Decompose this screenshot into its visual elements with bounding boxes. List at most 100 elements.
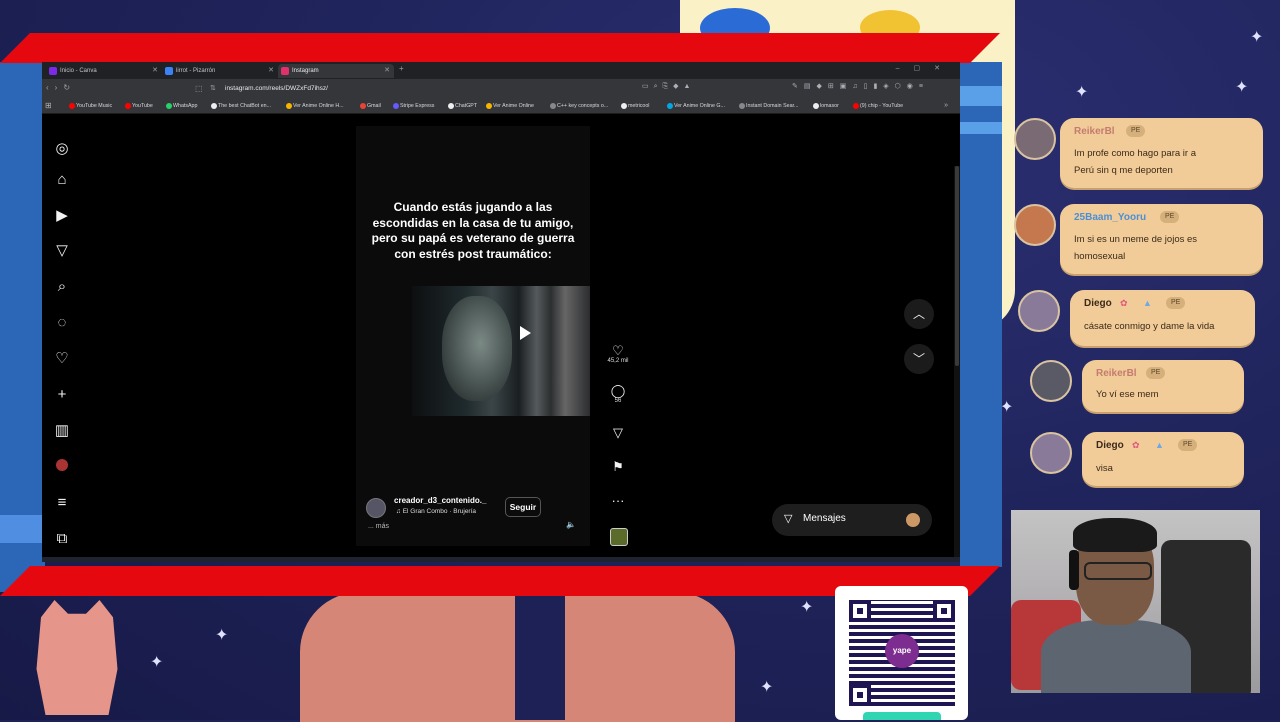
dashboard-icon[interactable]: ▥ [50, 420, 74, 442]
reel-player[interactable]: Cuando estás jugando a las escondidas en… [356, 126, 590, 546]
audio-thumbnail[interactable] [610, 528, 628, 546]
song-label[interactable]: ♫ El Gran Combo · Brujería [396, 508, 476, 515]
music-icon: ♫ [396, 508, 403, 515]
instagram-page: ◎ ⌂ ▶ ▽ ⌕ ◌ ♡ + ▥ ≡ ⧉ Cuando estás jugan… [42, 114, 960, 562]
messages-button[interactable]: ▽ Mensajes [772, 504, 932, 536]
instagram-logo-icon[interactable]: ◎ [50, 138, 74, 160]
chat-message: Diego ✿ ▲ PE visa [1082, 432, 1244, 486]
scrollbar-thumb[interactable] [955, 166, 959, 366]
search-icon[interactable]: ⌕ [50, 276, 74, 298]
tab-instagram[interactable]: Instagram ✕ [278, 64, 394, 78]
bookmarks-bar: ⊞ YouTube Music YouTube WhatsApp The bes… [42, 99, 960, 114]
save-button[interactable]: ⚑ [602, 460, 634, 474]
tab-canva[interactable]: Inicio - Canva ✕ [46, 64, 162, 78]
toolbar-right-icons[interactable]: ✎▤◆⊞▣♫▯▮◈⬡◉≡ [792, 82, 929, 90]
qr-tab [863, 712, 941, 720]
next-reel-button[interactable]: ﹀ [904, 344, 934, 374]
bookmark-chatgpt[interactable]: ChatGPT [447, 100, 477, 112]
star-icon: ✦ [1075, 84, 1089, 101]
close-icon[interactable]: ✕ [268, 64, 274, 78]
chat-username: ReikerBl [1096, 368, 1137, 379]
star-icon: ✦ [150, 654, 164, 671]
bookmark-instant-domain[interactable]: Instant Domain Sear... [738, 100, 798, 112]
bookmark-chatbot[interactable]: The best ChatBot en... [210, 100, 271, 112]
qr-finder [933, 600, 955, 622]
avatar [1030, 432, 1072, 474]
heart-icon: ♡ [612, 343, 624, 358]
create-icon[interactable]: + [50, 384, 74, 406]
avatar [1014, 204, 1056, 246]
more-bookmarks-icon[interactable]: » [944, 99, 948, 112]
play-icon[interactable] [520, 326, 531, 340]
country-badge: PE [1146, 367, 1166, 379]
overlay-right-stripe [960, 122, 1002, 134]
reels-icon[interactable]: ▶ [50, 205, 74, 227]
threads-icon[interactable]: ⧉ [50, 528, 74, 550]
window-controls[interactable]: –▢✕ [896, 64, 954, 72]
mute-icon[interactable]: 🔈 [566, 520, 576, 529]
bookmark-metricool[interactable]: metricool [620, 100, 650, 112]
qr-finder [849, 600, 871, 622]
new-tab-icon[interactable]: + [399, 64, 404, 73]
triangle-icon: ▲ [1155, 440, 1164, 450]
home-icon[interactable]: ⌂ [50, 169, 74, 191]
bookmark-chip-youtube[interactable]: (9) chip - YouTube [852, 100, 903, 112]
chat-message: ReikerBl PE Im profe como hago para ir a… [1060, 118, 1263, 188]
bookmark-anime-g[interactable]: Ver Anime Online G... [666, 100, 725, 112]
country-badge: PE [1160, 211, 1180, 223]
reel-video-frame[interactable] [412, 286, 590, 416]
bookmark-youtube-music[interactable]: YouTube Music [68, 100, 112, 112]
comment-count: 56 [614, 398, 622, 404]
webcam-person-hair [1073, 518, 1157, 552]
bookmark-anime-h[interactable]: Ver Anime Online H... [285, 100, 344, 112]
profile-avatar[interactable] [50, 456, 74, 478]
close-icon[interactable]: ✕ [384, 64, 390, 78]
close-icon[interactable]: ✕ [152, 64, 158, 78]
notifications-heart-icon[interactable]: ♡ [50, 348, 74, 370]
qr-finder [849, 684, 871, 706]
bookmark-gmail[interactable]: Gmail [359, 100, 381, 112]
comment-button[interactable]: ◯ 56 [602, 384, 634, 405]
bookmark-whatsapp[interactable]: WhatsApp [165, 100, 197, 112]
menu-icon[interactable]: ≡ [50, 492, 74, 514]
tab-label: Instagram [292, 68, 319, 74]
like-button[interactable]: ♡ 45,2 mil [602, 343, 634, 365]
avatar [906, 513, 920, 527]
overlay-left-strip [0, 515, 45, 543]
chat-message: ReikerBl PE Yo ví ese mem [1082, 360, 1244, 412]
author-avatar[interactable] [366, 498, 386, 518]
bookmark-icon: ⚑ [612, 459, 624, 474]
star-icon: ✦ [760, 679, 774, 696]
bookmark-anime[interactable]: Ver Anime Online [485, 100, 534, 112]
bookmark-icon[interactable]: ⬚ [195, 82, 203, 96]
explore-icon[interactable]: ◌ [50, 312, 74, 334]
extension-icons[interactable]: ▭⌕⎘◆▲ [642, 82, 695, 91]
country-badge: PE [1178, 439, 1198, 451]
address-bar[interactable]: ⬚ ⇅ instagram.com/reels/DWZxFd7ihsz/ [192, 82, 642, 96]
country-badge: PE [1126, 125, 1146, 137]
reel-author-row: creador_d3_contenido._ ♫ El Gran Combo ·… [366, 496, 586, 536]
follow-button[interactable]: Seguir [505, 497, 541, 517]
chat-text: Im profe como hago para ir a Perú sin q m… [1074, 148, 1196, 176]
more-caption-link[interactable]: ... más [368, 523, 389, 530]
previous-reel-button[interactable]: ︿ [904, 299, 934, 329]
qr-code-card: yape [835, 586, 968, 720]
bookmark-youtube[interactable]: YouTube [124, 100, 153, 112]
nav-buttons[interactable]: ‹›↻ [46, 83, 76, 92]
bookmark-cpp[interactable]: C++ key concepts o... [549, 100, 608, 112]
send-icon[interactable]: ▽ [50, 240, 74, 262]
bookmark-stripe[interactable]: Stripe Express [392, 100, 434, 112]
triangle-icon: ▲ [1143, 298, 1152, 308]
send-icon: ▽ [613, 425, 623, 440]
avatar [1014, 118, 1056, 160]
share-button[interactable]: ▽ [602, 426, 634, 440]
apps-icon[interactable]: ⊞ [45, 99, 52, 112]
site-info-icon[interactable]: ⇅ [210, 82, 216, 96]
bookmark-lomasor[interactable]: lomasor [812, 100, 839, 112]
star-icon: ✦ [1250, 29, 1264, 46]
tab-pizarron[interactable]: lirrot - Pizarrón ✕ [162, 64, 278, 78]
author-name[interactable]: creador_d3_contenido._ [394, 496, 486, 505]
page-scrollbar[interactable] [954, 166, 960, 562]
more-options-button[interactable]: ··· [602, 494, 634, 508]
overlay-right-stripe [960, 86, 1002, 106]
